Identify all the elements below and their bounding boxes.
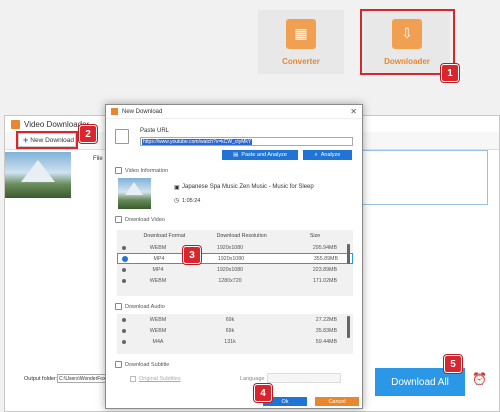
audio-row[interactable]: WEBM 69k 27.22MB <box>117 314 353 325</box>
download-video-label: Download Video <box>125 216 165 223</box>
download-subtitle-label: Download Subtitle <box>125 361 170 368</box>
step-badge-4: 4 <box>254 384 272 402</box>
url-value: https://www.youtube.com/watch?v=kCW_ctyM… <box>142 139 253 145</box>
subtitle-icon <box>115 361 122 368</box>
clock-icon: ◷ <box>174 198 180 204</box>
header-format: Download Format <box>143 233 186 239</box>
highlight-new-download <box>16 131 78 149</box>
audio-row[interactable]: M4A 131k 59.44MB <box>117 336 353 347</box>
row-size: 27.22MB <box>315 316 337 323</box>
checkbox-icon <box>130 376 136 382</box>
radio-icon <box>122 339 126 344</box>
close-icon[interactable]: ✕ <box>350 107 357 116</box>
paste-icon: ▤ <box>233 152 239 158</box>
row-bitrate: 131k <box>224 338 236 345</box>
row-format: WEBM <box>149 327 167 334</box>
row-format: WEBM <box>149 316 167 323</box>
row-format: M4A <box>152 338 164 345</box>
video-title: Japanese Spa Music Zen Music - Music for… <box>182 184 314 190</box>
video-section-icon <box>115 216 122 223</box>
output-folder-label: Output folder: <box>24 376 58 382</box>
film-icon: ▣ <box>174 185 180 191</box>
header-resolution: Download Resolution <box>216 233 267 239</box>
language-label: Language <box>240 376 265 382</box>
paste-analyze-button[interactable]: ▤ Paste and Analyze <box>222 150 298 160</box>
video-duration: 1:05:24 <box>182 198 201 204</box>
video-table-header: Download Format Download Resolution Size <box>117 230 353 242</box>
download-video-section: Download Video <box>115 216 165 223</box>
dialog-title: New Download <box>122 108 163 115</box>
video-row[interactable]: WEBM 1920x1080 295.94MB <box>117 242 353 253</box>
row-size: 295.94MB <box>312 244 337 251</box>
download-subtitle-section: Download Subtitle <box>115 361 169 368</box>
music-icon <box>115 303 122 310</box>
converter-tile[interactable]: ▦ Converter <box>258 10 344 74</box>
output-path-field[interactable]: C:\Users\WonderFox\ <box>57 374 107 383</box>
row-bitrate: 69k <box>225 316 235 323</box>
app-icon <box>111 108 118 115</box>
row-format: WEBM <box>149 244 167 251</box>
audio-scrollbar[interactable] <box>347 316 350 338</box>
dialog-video-thumbnail <box>118 178 151 209</box>
row-resolution: 1920x1080 <box>216 266 244 273</box>
row-resolution: 1280x720 <box>218 277 242 284</box>
row-format: WEBM <box>149 277 167 284</box>
radio-icon <box>122 317 126 322</box>
clipboard-icon <box>115 129 129 144</box>
url-input[interactable]: https://www.youtube.com/watch?v=kCW_ctyM… <box>140 137 353 146</box>
file-label: File <box>93 156 103 162</box>
video-format-table: Download Format Download Resolution Size… <box>117 230 353 296</box>
audio-row[interactable]: WEBM 69k 35.83MB <box>117 325 353 336</box>
row-size: 59.44MB <box>315 338 337 345</box>
app-icon <box>11 119 20 129</box>
task-row-selection <box>360 150 488 205</box>
header-size: Size <box>309 233 321 239</box>
radio-icon <box>122 328 126 333</box>
download-audio-label: Download Audio <box>125 303 165 310</box>
alarm-clock-icon[interactable]: ⏰ <box>472 372 487 386</box>
row-size: 223.89MB <box>312 266 337 273</box>
search-icon: ⌕ <box>314 151 318 158</box>
step-badge-1: 1 <box>441 64 459 82</box>
row-size: 35.83MB <box>315 327 337 334</box>
radio-icon <box>122 245 126 250</box>
check-icon <box>122 255 128 262</box>
radio-icon <box>122 267 126 272</box>
row-format: MP4 <box>152 266 164 273</box>
analyze-label: Analyze <box>320 152 341 158</box>
radio-icon <box>122 278 126 283</box>
video-row[interactable]: MP4 1920x1080 223.89MB <box>117 264 353 275</box>
original-subtitles-checkbox[interactable]: Original Subtitles <box>130 376 181 382</box>
row-size: 355.89MB <box>313 255 338 262</box>
video-info-section: Video Information <box>115 167 168 174</box>
converter-label: Converter <box>282 56 320 66</box>
video-thumbnail <box>5 152 71 198</box>
step-badge-5: 5 <box>444 355 462 373</box>
video-row-selected[interactable]: MP4 1920x1080 355.89MB <box>117 253 353 264</box>
original-subtitles-label: Original Subtitles <box>139 376 181 382</box>
dialog-titlebar: New Download <box>106 105 362 119</box>
video-scrollbar[interactable] <box>347 244 350 264</box>
video-info-label: Video Information <box>125 167 169 174</box>
row-bitrate: 69k <box>225 327 235 334</box>
row-format: MP4 <box>153 255 165 262</box>
audio-format-table: WEBM 69k 27.22MB WEBM 69k 35.83MB M4A 13… <box>117 314 353 354</box>
step-badge-3: 3 <box>183 246 201 264</box>
language-select[interactable] <box>267 373 341 383</box>
cancel-button[interactable]: Cancel <box>315 397 359 406</box>
video-row[interactable]: WEBM 1280x720 171.02MB <box>117 275 353 286</box>
info-icon <box>115 167 122 174</box>
row-size: 171.02MB <box>312 277 337 284</box>
paste-url-label: Paste URL <box>140 128 170 134</box>
step-badge-2: 2 <box>79 125 97 143</box>
download-audio-section: Download Audio <box>115 303 165 310</box>
film-icon: ▦ <box>286 18 316 49</box>
paste-analyze-label: Paste and Analyze <box>241 152 287 158</box>
analyze-button[interactable]: ⌕ Analyze <box>303 150 352 160</box>
